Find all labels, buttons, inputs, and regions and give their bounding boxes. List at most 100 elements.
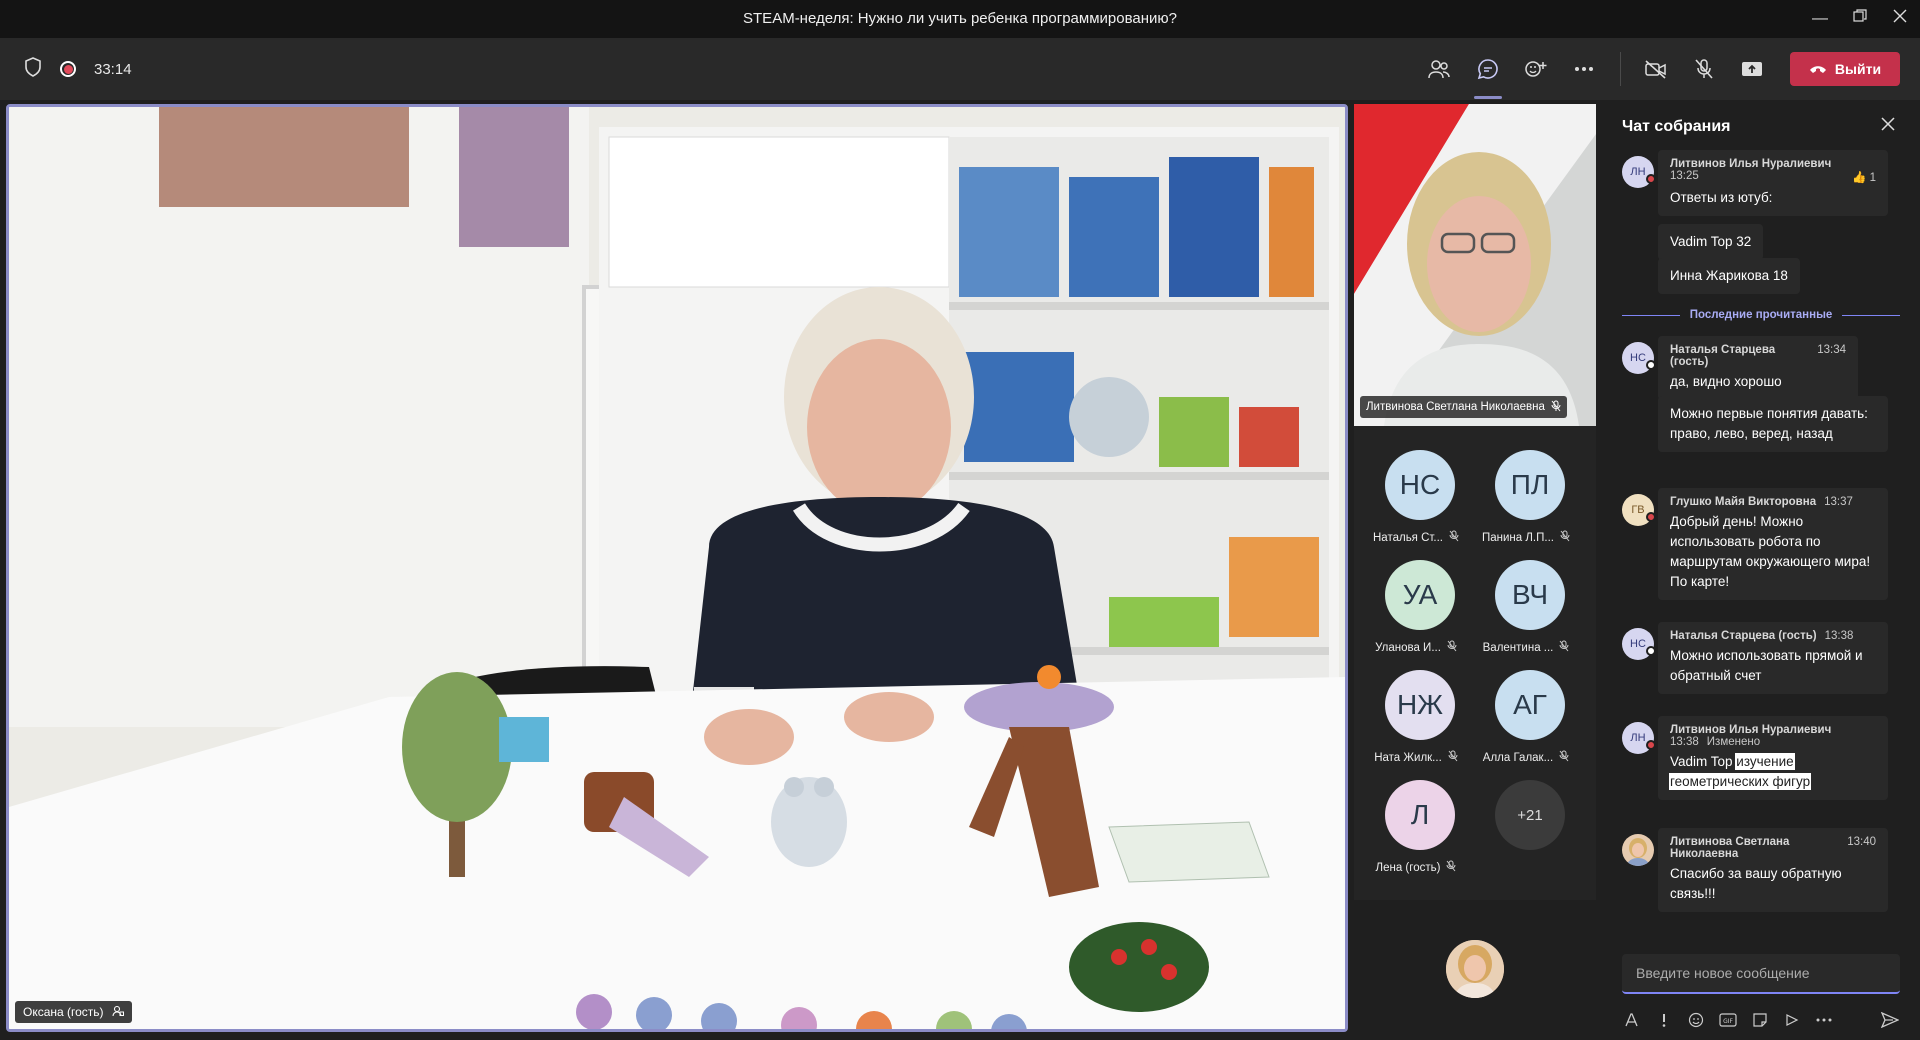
muted-mic-icon [1560, 530, 1570, 545]
message-meta: 13:25 👍 1 [1670, 170, 1876, 184]
more-participants-count: +21 [1495, 780, 1565, 850]
last-read-label: Последние прочитанные [1689, 309, 1833, 321]
toolbar-divider [1620, 52, 1621, 86]
participant-name-row: Панина Л.П... [1474, 530, 1578, 545]
camera-off-icon[interactable] [1642, 55, 1670, 83]
avatar: НС [1385, 450, 1455, 520]
more-participants-tile[interactable]: +21 [1474, 774, 1584, 874]
self-avatar[interactable] [1446, 940, 1504, 998]
reactions-icon[interactable] [1522, 55, 1550, 83]
meeting-chat-panel: Чат собрания ЛН Литвинов Илья Нуралиевич… [1602, 104, 1920, 1040]
last-read-divider: Последние прочитанные [1622, 309, 1900, 321]
more-compose-options-icon[interactable] [1814, 1010, 1834, 1030]
muted-mic-icon [1448, 750, 1458, 765]
minimize-icon[interactable]: — [1810, 9, 1830, 29]
leave-button[interactable]: Выйти [1790, 52, 1900, 86]
message-time: 13:38 [1670, 736, 1699, 748]
sender-name: Глушко Майя Викторовна [1670, 496, 1817, 508]
phone-hangup-icon [1809, 61, 1827, 77]
message-text: Vadim Top изучение геометрических фигур [1668, 752, 1876, 792]
message-text: Ответы из ютуб: [1670, 190, 1773, 205]
sender-name: Наталья Старцева (гость) [1670, 344, 1776, 368]
participant-name: Оксана (гость) [23, 1005, 104, 1019]
recording-icon [60, 61, 76, 77]
important-icon[interactable] [1654, 1010, 1674, 1030]
message-text-plain: Vadim Top [1670, 754, 1737, 769]
shield-icon[interactable] [24, 56, 42, 82]
leave-label: Выйти [1834, 61, 1882, 77]
gif-icon[interactable]: GIF [1718, 1010, 1738, 1030]
message-time: 13:40 [1847, 836, 1876, 848]
avatar: ВЧ [1495, 560, 1565, 630]
avatar: УА [1385, 560, 1455, 630]
message-meta: Литвинова Светлана Николаевна 13:40 [1670, 836, 1876, 860]
participant-tile[interactable]: ВЧ Валентина ... [1474, 554, 1584, 654]
message-bubble[interactable]: Можно первые понятия давать: право, лево… [1658, 396, 1888, 452]
compose-toolbar: GIF [1622, 1008, 1900, 1032]
message-bubble[interactable]: Vadim Top 32 [1658, 224, 1764, 260]
participants-panel: Литвинова Светлана Николаевна НС Наталья… [1354, 104, 1596, 900]
participant-name: Валентина ... [1482, 641, 1554, 654]
sticker-icon[interactable] [1750, 1010, 1770, 1030]
participant-tile[interactable]: НЖ Ната Жилк... [1364, 664, 1474, 764]
message-bubble[interactable]: Инна Жарикова 18 [1658, 258, 1800, 294]
mic-off-icon[interactable] [1690, 55, 1718, 83]
chat-title: Чат собрания [1622, 118, 1731, 135]
format-icon[interactable] [1622, 1010, 1642, 1030]
muted-mic-icon [1446, 860, 1456, 875]
close-window-icon[interactable] [1890, 9, 1910, 29]
message-bubble[interactable]: Наталья Старцева (гость) 13:38 Можно испо… [1658, 622, 1888, 694]
like-reaction[interactable]: 👍 1 [1852, 170, 1876, 184]
message-meta: Литвинов Илья Нуралиевич [1670, 724, 1876, 736]
restore-icon[interactable] [1850, 9, 1870, 29]
chat-icon[interactable] [1474, 55, 1502, 83]
message-bubble[interactable]: Литвинов Илья Нуралиевич 13:38 Изменено V… [1658, 716, 1888, 800]
featured-video-frame [1354, 104, 1596, 426]
message-meta: Наталья Старцева (гость) 13:38 [1670, 630, 1876, 642]
participant-name-row: Ната Жилк... [1364, 750, 1468, 765]
message-meta: 13:38 Изменено [1670, 736, 1876, 748]
sender-name: Наталья Старцева (гость) [1670, 630, 1817, 642]
message-time: 13:34 [1817, 344, 1846, 356]
sender-name: Литвинова Светлана Николаевна [1670, 836, 1790, 860]
message-text: да, видно хорошо [1670, 374, 1782, 389]
message-meta: Глушко Майя Викторовна 13:37 [1670, 496, 1876, 508]
main-video-stream[interactable]: Оксана (гость) [6, 104, 1348, 1032]
featured-name-label: Литвинова Светлана Николаевна [1360, 396, 1567, 418]
status-dot [1646, 512, 1656, 522]
participants-icon[interactable] [1425, 55, 1453, 83]
message-time: 13:38 [1824, 630, 1854, 642]
participant-tile[interactable]: Л Лена (гость) [1364, 774, 1474, 874]
participant-name: Лена (гость) [1375, 861, 1441, 874]
more-options-icon[interactable] [1570, 55, 1598, 83]
meet-now-icon[interactable] [1782, 1010, 1802, 1030]
participant-name: Наталья Ст... [1373, 531, 1443, 544]
muted-mic-icon [1449, 530, 1459, 545]
meeting-timer: 33:14 [94, 60, 132, 78]
participant-name-row: Уланова И... [1364, 640, 1468, 655]
participant-name-row: Валентина ... [1474, 640, 1578, 655]
participant-tile[interactable]: ПЛ Панина Л.П... [1474, 444, 1584, 544]
status-dot [1646, 646, 1656, 656]
featured-video-tile[interactable]: Литвинова Светлана Николаевна [1354, 104, 1596, 426]
message-bubble[interactable]: Наталья Старцева (гость) 13:34 да, видно … [1658, 336, 1858, 400]
message-input[interactable]: Введите новое сообщение [1622, 954, 1900, 994]
participant-tile[interactable]: НС Наталья Ст... [1364, 444, 1474, 544]
send-icon[interactable] [1880, 1010, 1900, 1030]
edited-label: Изменено [1706, 736, 1761, 748]
close-icon[interactable] [1880, 116, 1900, 136]
participant-tile[interactable]: АГ Алла Галак... [1474, 664, 1584, 764]
reaction-count: 1 [1869, 172, 1876, 184]
emoji-icon[interactable] [1686, 1010, 1706, 1030]
meeting-toolbar: 33:14 Выйти [0, 38, 1920, 100]
message-bubble[interactable]: Литвинов Илья Нуралиевич 13:25 👍 1 Ответ… [1658, 150, 1888, 216]
window-title: STEAM-неделя: Нужно ли учить ребенка про… [743, 10, 1177, 27]
share-screen-icon[interactable] [1738, 55, 1766, 83]
message-bubble[interactable]: Литвинова Светлана Николаевна 13:40 Спаси… [1658, 828, 1888, 912]
self-view-strip [1354, 902, 1596, 1032]
message-bubble[interactable]: Глушко Майя Викторовна 13:37 Добрый день!… [1658, 488, 1888, 600]
participant-tile[interactable]: УА Уланова И... [1364, 554, 1474, 654]
main-video-label: Оксана (гость) [15, 1001, 132, 1023]
message-text: Можно использовать прямой и обратный сче… [1670, 648, 1863, 683]
guest-icon [112, 1005, 124, 1020]
